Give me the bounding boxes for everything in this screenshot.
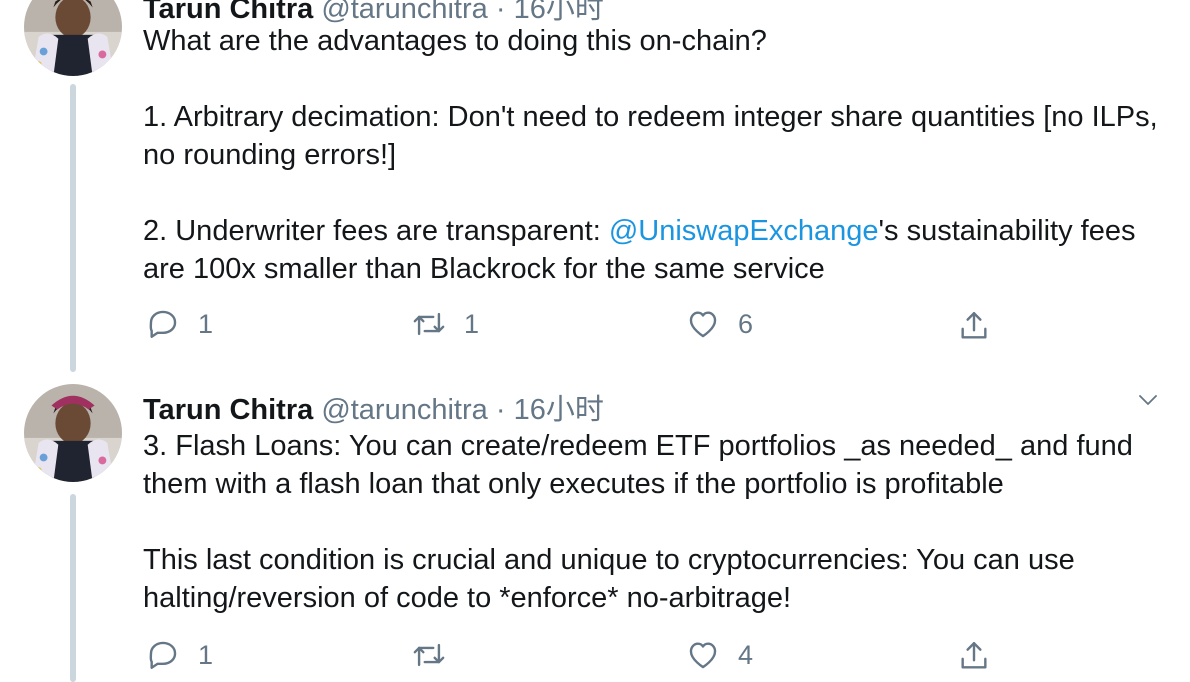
reply-icon — [149, 310, 177, 338]
retweet-icon — [413, 643, 445, 667]
retweet-button[interactable] — [412, 638, 464, 672]
reply-button[interactable]: 1 — [146, 307, 213, 341]
like-count: 4 — [738, 639, 754, 670]
display-name[interactable]: Tarun Chitra — [143, 394, 313, 426]
tweet-paragraph: What are the advantages to doing this on… — [143, 25, 767, 57]
avatar[interactable] — [24, 384, 122, 482]
tweet-paragraph: 2. Underwriter fees are transparent: @Un… — [143, 212, 1183, 288]
reply-count: 1 — [198, 308, 214, 339]
avatar[interactable] — [24, 0, 122, 76]
like-count: 6 — [738, 308, 754, 339]
tweet-text: What are the advantages to doing this on… — [143, 22, 1183, 288]
share-icon — [961, 642, 987, 669]
retweet-count: 1 — [464, 308, 480, 339]
retweet-icon — [413, 312, 445, 336]
reply-icon — [149, 641, 177, 669]
tweet-paragraph: 3. Flash Loans: You can create/redeem ET… — [143, 430, 1133, 500]
like-button[interactable]: 4 — [686, 638, 753, 672]
tweet-paragraph: This last condition is crucial and uniqu… — [143, 544, 1075, 614]
share-icon — [961, 312, 987, 339]
tweet-text: 3. Flash Loans: You can create/redeem ET… — [143, 427, 1183, 617]
text-segment: 2. Underwriter fees are transparent: — [143, 215, 609, 247]
thread-line — [70, 494, 76, 682]
mention-link[interactable]: @UniswapExchange — [609, 215, 879, 247]
like-button[interactable]: 6 — [686, 307, 753, 341]
share-button[interactable] — [957, 309, 991, 343]
separator-dot: · — [495, 394, 506, 426]
tweet-paragraph: 1. Arbitrary decimation: Don't need to r… — [143, 101, 1158, 171]
share-button[interactable] — [957, 639, 991, 673]
retweet-button[interactable]: 1 — [412, 307, 479, 341]
reply-button[interactable]: 1 — [146, 638, 213, 672]
timestamp[interactable]: 16小时 — [514, 394, 604, 426]
user-handle[interactable]: @tarunchitra — [321, 394, 487, 426]
like-icon — [689, 642, 717, 669]
like-icon — [689, 311, 717, 338]
tweet-header: Tarun Chitra @tarunchitra · 16小时 — [143, 386, 604, 428]
reply-count: 1 — [198, 639, 214, 670]
thread-line — [70, 84, 76, 372]
chevron-down-icon[interactable] — [1133, 388, 1163, 412]
